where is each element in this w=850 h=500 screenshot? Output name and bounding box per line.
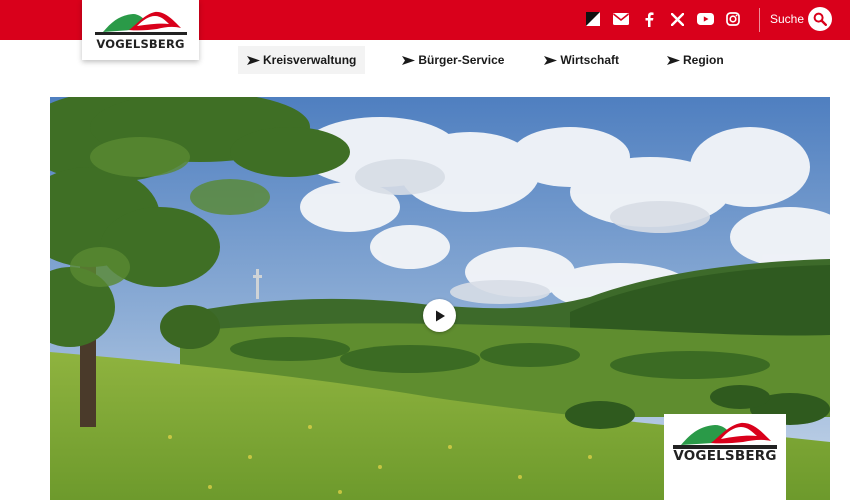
arrow-icon <box>402 55 416 65</box>
nav-item-kreisverwaltung[interactable]: Kreisverwaltung <box>238 46 366 74</box>
search-label: Suche <box>770 12 805 26</box>
nav-item-region[interactable]: Region <box>658 46 733 74</box>
contrast-icon[interactable] <box>584 10 602 28</box>
header-divider <box>759 8 760 32</box>
logo-text: VOGELSBERG <box>673 448 777 464</box>
logo-badge: VOGELSBERG <box>664 414 786 500</box>
logo-emblem-icon <box>673 422 777 449</box>
play-button[interactable] <box>423 299 456 332</box>
arrow-icon <box>667 55 680 65</box>
nav-item-buerger-service[interactable]: Bürger-Service <box>393 46 513 74</box>
youtube-icon[interactable] <box>696 10 714 28</box>
nav-label: Kreisverwaltung <box>263 53 357 67</box>
nav-label: Bürger-Service <box>418 53 505 67</box>
facebook-icon[interactable] <box>640 10 658 28</box>
search-icon <box>808 7 833 31</box>
social-icons <box>584 8 752 30</box>
nav-label: Region <box>683 53 724 67</box>
logo-text: VOGELSBERG <box>96 37 185 51</box>
play-icon <box>435 310 445 321</box>
arrow-icon <box>247 55 260 65</box>
main-nav: Kreisverwaltung Bürger-Service Wirtschaf… <box>238 46 733 74</box>
email-icon[interactable] <box>612 10 630 28</box>
site-logo[interactable]: VOGELSBERG <box>82 0 199 60</box>
search-button[interactable]: Suche <box>770 7 833 31</box>
nav-item-wirtschaft[interactable]: Wirtschaft <box>535 46 628 74</box>
nav-label: Wirtschaft <box>560 53 619 67</box>
instagram-icon[interactable] <box>724 10 742 28</box>
arrow-icon <box>544 55 558 65</box>
x-icon[interactable] <box>668 10 686 28</box>
logo-emblem-icon <box>94 11 187 35</box>
